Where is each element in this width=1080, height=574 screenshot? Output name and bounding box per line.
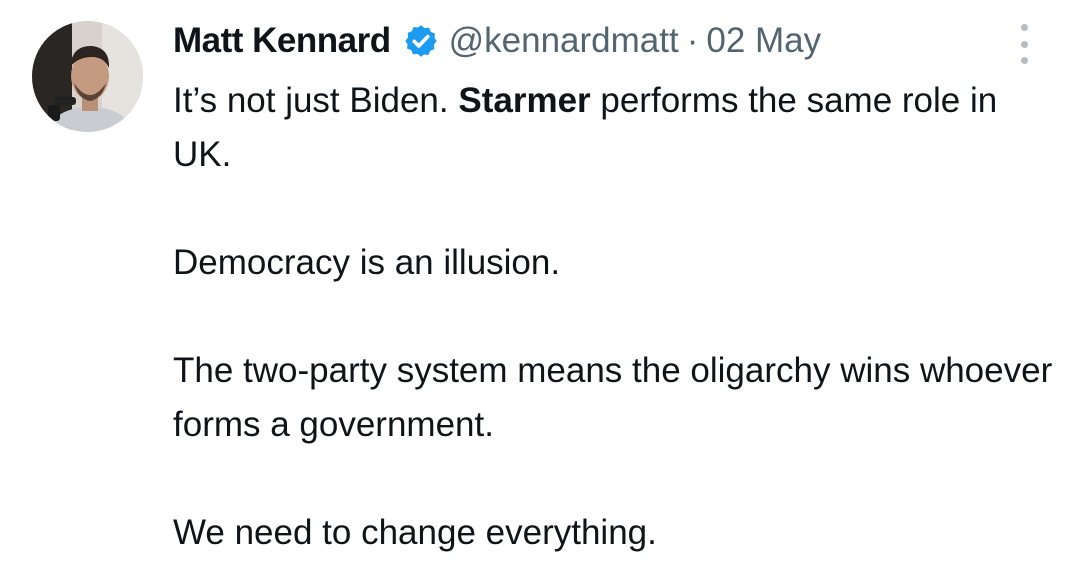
tweet-paragraph-2: Democracy is an illusion. <box>173 243 561 282</box>
tweet[interactable]: Matt Kennard @kennardmatt · 02 May It’s … <box>0 0 1080 574</box>
tweet-text: It’s not just Biden. Starmer performs th… <box>173 74 1053 560</box>
author-name[interactable]: Matt Kennard <box>173 16 391 66</box>
avatar-photo <box>32 21 143 132</box>
more-dot <box>1020 24 1028 31</box>
separator-dot: · <box>686 21 699 60</box>
verified-badge-icon[interactable] <box>403 23 439 59</box>
tweet-paragraph-4: We need to change everything. <box>173 513 657 552</box>
text-segment: It’s not just Biden. <box>173 81 459 120</box>
tweet-paragraph-1: It’s not just Biden. Starmer performs th… <box>173 74 1053 182</box>
more-options-icon[interactable] <box>1010 24 1038 64</box>
avatar[interactable] <box>32 21 143 132</box>
more-dot <box>1020 40 1028 48</box>
author-handle[interactable]: @kennardmatt <box>449 16 679 66</box>
tweet-date[interactable]: 02 May <box>706 16 821 66</box>
bold-text: Starmer <box>458 81 591 120</box>
more-dot <box>1020 57 1028 64</box>
tweet-paragraph-3: The two-party system means the oligarchy… <box>173 351 1053 444</box>
tweet-header: Matt Kennard @kennardmatt · 02 May <box>173 16 821 66</box>
